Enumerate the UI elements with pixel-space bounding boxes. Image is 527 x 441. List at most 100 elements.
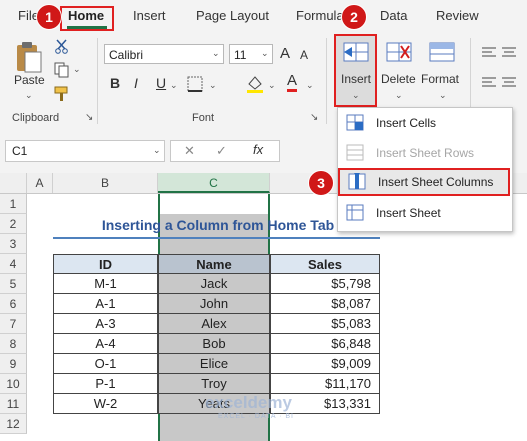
menu-label-insert-sheet-rows: Insert Sheet Rows: [376, 146, 475, 160]
step-badge-2: 2: [341, 4, 367, 30]
font-size-chevron-icon[interactable]: ⌄: [261, 48, 269, 59]
fill-color-chevron-icon[interactable]: ⌄: [268, 80, 276, 91]
select-all-corner[interactable]: [0, 173, 27, 193]
insert-columns-menu-icon: [348, 173, 366, 190]
font-color-icon[interactable]: A: [287, 73, 298, 92]
name-box[interactable]: C1: [5, 140, 165, 162]
cut-icon[interactable]: [54, 38, 70, 54]
bold-button[interactable]: B: [110, 75, 120, 91]
format-cells-icon[interactable]: [428, 40, 456, 64]
insert-chevron-icon[interactable]: ⌄: [352, 90, 360, 101]
menu-item-insert-sheet-rows[interactable]: Insert Sheet Rows: [338, 139, 510, 167]
menu-label-insert-cells: Insert Cells: [376, 116, 437, 130]
tab-data[interactable]: Data: [380, 8, 407, 23]
id-cell[interactable]: A-3: [53, 314, 158, 334]
watermark-logo: exceldemy: [205, 393, 292, 412]
clipboard-launcher-icon[interactable]: ↘: [85, 112, 93, 123]
menu-item-insert-sheet[interactable]: Insert Sheet: [338, 199, 510, 227]
name-cell[interactable]: Bob: [158, 334, 270, 354]
row-header[interactable]: 12: [0, 414, 27, 434]
cancel-icon[interactable]: ✕: [184, 143, 195, 159]
watermark-tagline: EXCEL · DATA · BI: [218, 413, 294, 420]
format-label[interactable]: Format: [421, 72, 459, 86]
fill-color-icon[interactable]: [245, 74, 265, 94]
row-header[interactable]: 3: [0, 234, 27, 254]
insert-label[interactable]: Insert: [341, 72, 371, 86]
id-cell[interactable]: P-1: [53, 374, 158, 394]
sales-cell[interactable]: $11,170: [270, 374, 380, 394]
column-header-b[interactable]: B: [53, 173, 158, 193]
sales-cell[interactable]: $5,798: [270, 274, 380, 294]
table-header-cell[interactable]: Sales: [270, 254, 380, 274]
id-cell[interactable]: O-1: [53, 354, 158, 374]
title-underline: [53, 237, 380, 239]
name-cell[interactable]: Alex: [158, 314, 270, 334]
copy-chevron-icon[interactable]: ⌄: [73, 64, 81, 75]
borders-icon[interactable]: [187, 76, 205, 92]
row-header[interactable]: 8: [0, 334, 27, 354]
font-name-box[interactable]: Calibri: [104, 44, 224, 64]
sales-cell[interactable]: $6,848: [270, 334, 380, 354]
sales-cell[interactable]: $8,087: [270, 294, 380, 314]
insert-cells-menu-icon: [346, 114, 364, 131]
name-box-chevron-icon[interactable]: ⌄: [153, 145, 161, 156]
italic-button[interactable]: I: [134, 75, 138, 91]
menu-label-insert-sheet-columns: Insert Sheet Columns: [378, 175, 494, 189]
shrink-font-icon[interactable]: A: [300, 48, 308, 62]
ribbon-divider: [97, 38, 98, 124]
sales-cell[interactable]: $5,083: [270, 314, 380, 334]
delete-chevron-icon[interactable]: ⌄: [395, 90, 403, 101]
active-cell-c1[interactable]: [158, 194, 270, 214]
name-cell[interactable]: Jack: [158, 274, 270, 294]
font-name-chevron-icon[interactable]: ⌄: [212, 48, 220, 59]
paste-label[interactable]: Paste: [14, 73, 45, 87]
tab-insert[interactable]: Insert: [133, 8, 166, 23]
row-header[interactable]: 7: [0, 314, 27, 334]
name-cell[interactable]: Elice: [158, 354, 270, 374]
font-color-chevron-icon[interactable]: ⌄: [306, 80, 314, 91]
row-header[interactable]: 1: [0, 194, 27, 214]
id-cell[interactable]: M-1: [53, 274, 158, 294]
table-header-cell[interactable]: ID: [53, 254, 158, 274]
column-header-c[interactable]: C: [158, 173, 270, 193]
insert-sheet-menu-icon: [346, 204, 364, 221]
id-cell[interactable]: A-1: [53, 294, 158, 314]
alignment-icon[interactable]: [480, 44, 520, 94]
menu-item-insert-cells[interactable]: Insert Cells: [338, 109, 510, 137]
menu-item-insert-sheet-columns[interactable]: Insert Sheet Columns: [338, 168, 510, 196]
row-header[interactable]: 9: [0, 354, 27, 374]
insert-function-icon[interactable]: fx: [253, 142, 263, 157]
row-header[interactable]: 2: [0, 214, 27, 234]
grow-font-icon[interactable]: A: [280, 45, 290, 62]
tab-review[interactable]: Review: [436, 8, 479, 23]
row-header[interactable]: 6: [0, 294, 27, 314]
column-header-a[interactable]: A: [27, 173, 53, 193]
sales-cell[interactable]: $9,009: [270, 354, 380, 374]
home-tab-underline: [67, 26, 107, 29]
copy-icon[interactable]: [53, 62, 71, 78]
underline-chevron-icon[interactable]: ⌄: [170, 80, 178, 91]
insert-cells-icon[interactable]: [342, 40, 370, 64]
step-badge-1: 1: [36, 4, 62, 30]
delete-cells-icon[interactable]: [385, 40, 413, 64]
sheet-title[interactable]: Inserting a Column from Home Tab: [53, 215, 383, 235]
format-chevron-icon[interactable]: ⌄: [439, 90, 447, 101]
row-header[interactable]: 5: [0, 274, 27, 294]
id-cell[interactable]: W-2: [53, 394, 158, 414]
table-header-cell[interactable]: Name: [158, 254, 270, 274]
tab-page-layout[interactable]: Page Layout: [196, 8, 269, 23]
id-cell[interactable]: A-4: [53, 334, 158, 354]
row-header[interactable]: 4: [0, 254, 27, 274]
font-launcher-icon[interactable]: ↘: [310, 112, 318, 123]
delete-label[interactable]: Delete: [381, 72, 416, 86]
paste-icon[interactable]: [14, 40, 44, 74]
name-cell[interactable]: John: [158, 294, 270, 314]
format-painter-icon[interactable]: [54, 86, 70, 102]
underline-button[interactable]: U: [156, 75, 166, 91]
borders-chevron-icon[interactable]: ⌄: [209, 80, 217, 91]
row-header[interactable]: 10: [0, 374, 27, 394]
paste-chevron-icon[interactable]: ⌄: [25, 90, 33, 101]
name-cell[interactable]: Troy: [158, 374, 270, 394]
enter-icon[interactable]: ✓: [216, 143, 227, 159]
row-header[interactable]: 11: [0, 394, 27, 414]
